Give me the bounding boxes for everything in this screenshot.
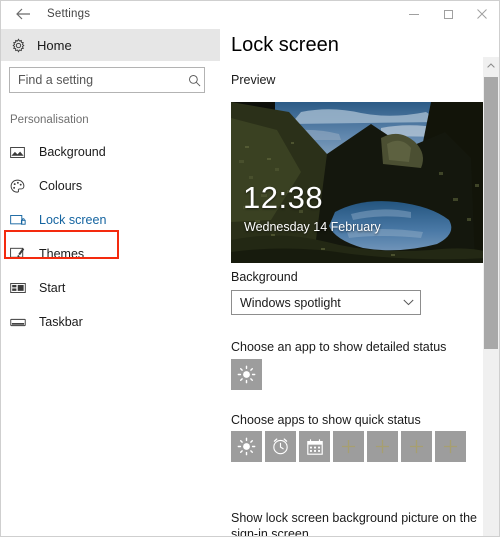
detailed-status-tiles xyxy=(231,359,262,390)
calendar-icon xyxy=(306,438,323,455)
sidebar-group-title: Personalisation xyxy=(10,114,89,126)
sidebar-item-label: Background xyxy=(39,145,106,159)
signin-setting-label: Show lock screen background picture on t… xyxy=(231,511,477,536)
sidebar: Home Personalisation Backgroun xyxy=(1,27,220,536)
lock-screen-preview: 12:38 Wednesday 14 February xyxy=(231,102,488,263)
plus-icon xyxy=(341,439,356,454)
background-dropdown[interactable]: Windows spotlight xyxy=(231,290,421,315)
sidebar-item-label: Themes xyxy=(39,247,85,261)
quick-status-add-tile[interactable] xyxy=(435,431,466,462)
palette-icon xyxy=(10,179,36,194)
sidebar-item-label: Lock screen xyxy=(39,213,107,227)
sidebar-nav-list: Background Colours Lock screen Themes St… xyxy=(1,135,220,339)
scrollbar-up-button[interactable] xyxy=(483,57,499,74)
title-bar: Settings xyxy=(1,1,499,27)
plus-icon xyxy=(375,439,390,454)
sidebar-item-lock-screen[interactable]: Lock screen xyxy=(1,203,220,237)
quick-status-tile-calendar[interactable] xyxy=(299,431,330,462)
quick-status-tile-weather[interactable] xyxy=(231,431,262,462)
weather-sun-icon xyxy=(237,365,256,384)
preview-date: Wednesday 14 February xyxy=(244,220,381,234)
preview-label: Preview xyxy=(231,73,276,87)
background-dropdown-value: Windows spotlight xyxy=(240,295,341,310)
settings-window: Settings Home Find a setting Personalisa… xyxy=(0,0,500,537)
vertical-scrollbar[interactable] xyxy=(483,57,499,536)
chevron-up-icon xyxy=(487,63,495,68)
sidebar-item-label: Taskbar xyxy=(39,315,83,329)
close-button[interactable] xyxy=(465,1,499,27)
alarm-clock-icon xyxy=(273,438,288,455)
picture-icon xyxy=(10,146,36,159)
quick-status-add-tile[interactable] xyxy=(333,431,364,462)
close-icon xyxy=(477,9,487,19)
sidebar-item-themes[interactable]: Themes xyxy=(1,237,220,271)
search-icon xyxy=(185,74,204,87)
minimize-button[interactable] xyxy=(397,1,431,27)
taskbar-icon xyxy=(10,317,36,328)
quick-status-add-tile[interactable] xyxy=(367,431,398,462)
lock-screen-icon xyxy=(10,214,36,227)
search-box[interactable] xyxy=(9,67,205,93)
detailed-status-label: Choose an app to show detailed status xyxy=(231,340,447,354)
sidebar-item-colours[interactable]: Colours xyxy=(1,169,220,203)
main-content: Lock screen Preview 12:38 Wednesday 14 F… xyxy=(220,27,499,536)
start-grid-icon xyxy=(10,282,36,294)
sidebar-item-home[interactable]: Home xyxy=(1,29,220,61)
maximize-icon xyxy=(443,9,453,19)
plus-icon xyxy=(443,439,458,454)
detailed-status-tile-weather[interactable] xyxy=(231,359,262,390)
search-input[interactable] xyxy=(10,68,185,92)
gear-icon xyxy=(1,37,35,53)
plus-icon xyxy=(409,439,424,454)
brush-icon xyxy=(10,247,36,261)
page-title: Lock screen xyxy=(231,34,339,56)
scrollbar-thumb[interactable] xyxy=(484,77,498,349)
weather-sun-icon xyxy=(237,437,256,456)
sidebar-item-label: Colours xyxy=(39,179,83,193)
sidebar-item-taskbar[interactable]: Taskbar xyxy=(1,305,220,339)
quick-status-add-tile[interactable] xyxy=(401,431,432,462)
home-label: Home xyxy=(37,37,72,53)
minimize-icon xyxy=(409,13,419,15)
quick-status-tiles xyxy=(231,431,466,462)
sidebar-item-label: Start xyxy=(39,281,66,295)
back-arrow-icon xyxy=(15,8,30,20)
back-button[interactable] xyxy=(1,1,45,27)
quick-status-label: Choose apps to show quick status xyxy=(231,413,421,427)
sidebar-item-start[interactable]: Start xyxy=(1,271,220,305)
sidebar-item-background[interactable]: Background xyxy=(1,135,220,169)
maximize-button[interactable] xyxy=(431,1,465,27)
quick-status-tile-alarm[interactable] xyxy=(265,431,296,462)
background-label: Background xyxy=(231,270,298,284)
preview-time: 12:38 xyxy=(243,180,324,215)
chevron-down-icon xyxy=(396,299,420,306)
window-title: Settings xyxy=(47,8,91,20)
